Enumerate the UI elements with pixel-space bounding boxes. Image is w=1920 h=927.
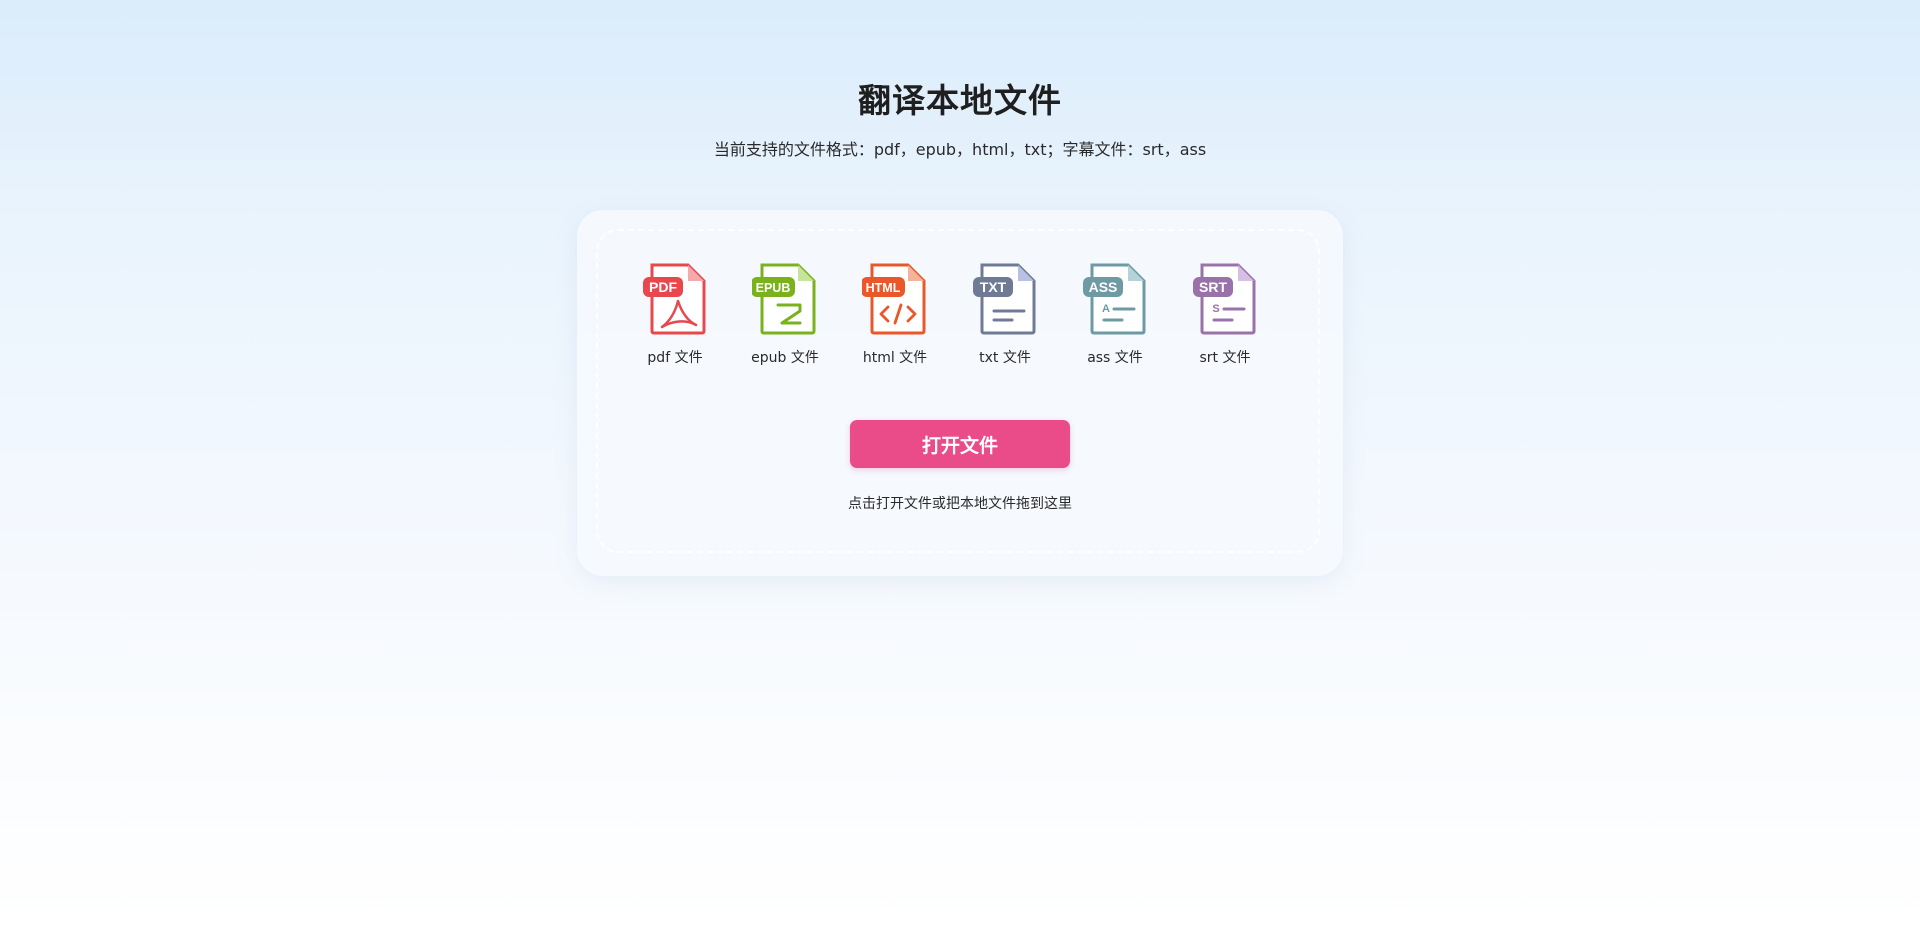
format-html: HTML html 文件 bbox=[850, 263, 940, 367]
format-label: txt 文件 bbox=[979, 350, 1031, 366]
epub-badge-text: EPUB bbox=[756, 281, 791, 295]
srt-file-icon: SRT S bbox=[1193, 263, 1256, 335]
page-title: 翻译本地文件 bbox=[858, 81, 1062, 120]
format-txt: TXT txt 文件 bbox=[960, 263, 1050, 367]
pdf-file-icon: PDF bbox=[643, 263, 706, 335]
format-srt: SRT S srt 文件 bbox=[1180, 263, 1270, 367]
txt-badge-text: TXT bbox=[980, 279, 1007, 295]
txt-file-icon: TXT bbox=[973, 263, 1036, 335]
html-badge-text: HTML bbox=[866, 281, 901, 295]
upload-card: PDF pdf 文件 EPUB epub 文件 HTML html 文件 TXT… bbox=[577, 210, 1343, 576]
open-file-button[interactable]: 打开文件 bbox=[850, 420, 1070, 468]
pdf-badge-text: PDF bbox=[649, 279, 677, 295]
format-label: epub 文件 bbox=[751, 350, 819, 366]
format-epub: EPUB epub 文件 bbox=[740, 263, 830, 367]
html-file-icon: HTML bbox=[862, 263, 926, 335]
format-label: html 文件 bbox=[862, 350, 928, 366]
format-pdf: PDF pdf 文件 bbox=[630, 263, 720, 367]
format-label: ass 文件 bbox=[1087, 350, 1143, 366]
format-ass: ASS A ass 文件 bbox=[1070, 263, 1160, 367]
ass-badge-text: ASS bbox=[1089, 279, 1118, 295]
ass-file-icon: ASS A bbox=[1083, 263, 1146, 335]
svg-text:A: A bbox=[1102, 303, 1110, 315]
svg-text:S: S bbox=[1212, 303, 1219, 315]
format-label: srt 文件 bbox=[1199, 350, 1251, 366]
page-subtitle: 当前支持的文件格式：pdf，epub，html，txt；字幕文件：srt，ass bbox=[713, 140, 1207, 159]
epub-file-icon: EPUB bbox=[752, 263, 816, 335]
drop-hint-text: 点击打开文件或把本地文件拖到这里 bbox=[848, 496, 1072, 512]
supported-formats: PDF pdf 文件 EPUB epub 文件 HTML html 文件 TXT… bbox=[630, 263, 1290, 373]
srt-badge-text: SRT bbox=[1199, 279, 1227, 295]
format-label: pdf 文件 bbox=[647, 350, 703, 366]
